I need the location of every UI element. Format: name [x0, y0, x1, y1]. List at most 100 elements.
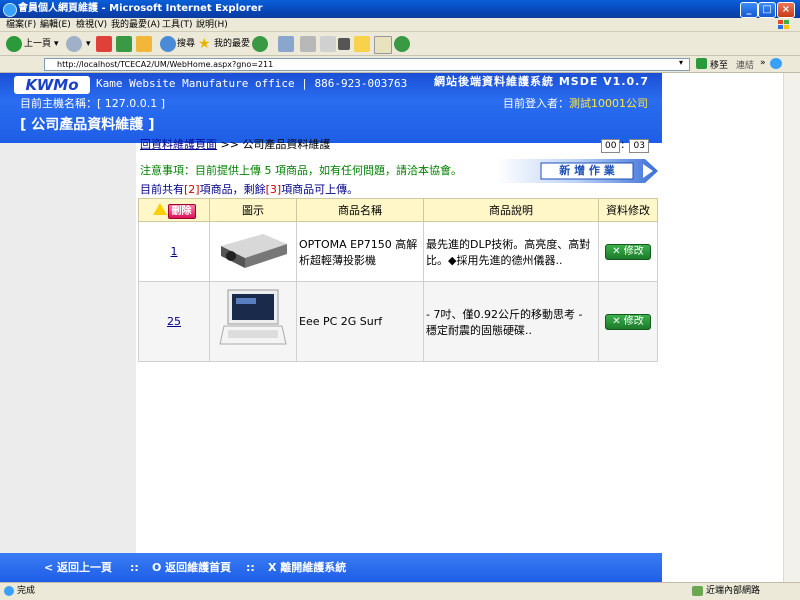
breadcrumb-separator: >> — [217, 138, 243, 151]
projector-image[interactable] — [215, 226, 291, 274]
edit-cell: ✕ 修改 — [598, 281, 658, 362]
menu-edit[interactable]: 編輯(E) — [40, 18, 71, 32]
product-image-cell — [209, 281, 297, 362]
edit-label: 修改 — [623, 245, 644, 257]
window-title-bar: 會員個人網頁維護 - Microsoft Internet Explorer _… — [0, 0, 800, 18]
back-dropdown-icon[interactable]: ▾ — [54, 36, 59, 52]
minimize-button[interactable]: _ — [740, 2, 758, 18]
delete-button[interactable]: 刪除 — [167, 203, 196, 219]
col-edit: 資料修改 — [598, 198, 658, 222]
ie-icon — [3, 3, 17, 17]
footer-separator: :: — [130, 561, 139, 574]
back-to-maintenance-link[interactable]: 回資料維護頁面 — [140, 138, 217, 151]
row-id-cell: 25 — [138, 281, 210, 362]
edit-button[interactable]: ✕ 修改 — [605, 243, 651, 260]
go-arrow-icon[interactable] — [696, 58, 707, 69]
menu-tools[interactable]: 工具(T) — [162, 18, 193, 32]
menu-help[interactable]: 說明(H) — [196, 18, 228, 32]
col-desc: 商品說明 — [423, 198, 599, 222]
home-icon[interactable] — [136, 36, 152, 52]
timer-seconds: 03 — [629, 139, 649, 153]
table-row: 25 Eee PC 2G Surf - 7吋、僅0.92公斤的移動思考 - 穩定… — [138, 281, 658, 362]
messenger-icon[interactable] — [394, 36, 410, 52]
login-label: 目前登入者： — [503, 97, 569, 110]
intranet-zone-icon — [692, 586, 703, 596]
status-bar: 完成 近端內部網路 — [0, 582, 800, 600]
research-icon[interactable] — [374, 36, 392, 54]
forward-dropdown-icon[interactable]: ▾ — [86, 36, 91, 52]
window-title: 會員個人網頁維護 - Microsoft Internet Explorer — [18, 3, 263, 14]
page-done-icon — [4, 586, 14, 596]
menu-bar: 檔案(F) 編輯(E) 檢視(V) 我的最愛(A) 工具(T) 說明(H) — [0, 18, 800, 32]
notice-text: 注意事項：目前提供上傳 5 項商品，如有任何問題，請洽本協會。 — [140, 164, 462, 177]
col-image: 圖示 — [209, 198, 297, 222]
address-input[interactable]: http://localhost/TCECA2/UM/WebHome.aspx?… — [44, 58, 690, 71]
edit-button[interactable]: ✕ 修改 — [605, 313, 651, 330]
count-prefix: 目前共有 — [140, 183, 184, 196]
status-text: 完成 — [17, 586, 36, 596]
warning-icon — [152, 202, 167, 215]
favorites-star-icon[interactable]: ★ — [198, 36, 211, 52]
product-name: OPTOMA EP7150 高解析超輕薄投影機 — [296, 221, 424, 282]
count-mid: 項商品，剩餘 — [199, 183, 266, 196]
session-timer: 00： 03 — [601, 139, 649, 153]
back-arrow-icon[interactable] — [6, 36, 22, 52]
login-info: 目前登入者：測試10001公司 — [503, 97, 648, 111]
mail-icon[interactable] — [278, 36, 294, 52]
timer-separator: ： — [620, 141, 630, 151]
col-delete: 刪除 — [138, 198, 210, 222]
back-button-label[interactable]: 上一頁 — [24, 36, 51, 52]
system-name: 網站後端資料維護系統 MSDE V1.0.7 — [434, 75, 650, 88]
security-zone: 近端內部網路 — [706, 586, 761, 596]
links-label[interactable]: 連結 — [736, 58, 754, 71]
close-button[interactable]: × — [777, 2, 795, 18]
site-logo: KWMo — [14, 76, 90, 94]
product-table: 刪除 圖示 商品名稱 商品說明 資料修改 1 OPTOMA EP7150 高解析… — [138, 198, 658, 362]
forward-arrow-icon[interactable] — [66, 36, 82, 52]
refresh-icon[interactable] — [116, 36, 132, 52]
count-suffix: 項商品可上傳。 — [281, 183, 359, 196]
maximize-button[interactable]: □ — [758, 2, 776, 18]
favorites-label[interactable]: 我的最愛 — [214, 36, 250, 52]
product-desc: 最先進的DLP技術。高亮度、高對比。◆採用先進的德州儀器.. — [423, 221, 599, 282]
edit-cell: ✕ 修改 — [598, 221, 658, 282]
address-dropdown-icon[interactable]: ▾ — [679, 58, 683, 67]
footer-nav: < 返回上一頁 :: O 返回維護首頁 :: X 離開維護系統 — [0, 553, 662, 582]
product-desc: - 7吋、僅0.92公斤的移動思考 - 穩定耐震的固態硬碟.. — [423, 281, 599, 362]
go-button[interactable]: 移至 — [710, 58, 728, 71]
menu-favorites[interactable]: 我的最愛(A) — [111, 18, 160, 32]
footer-exit-link[interactable]: X 離開維護系統 — [268, 553, 346, 582]
browser-toolbar: 上一頁 ▾ ▾ 搜尋 ★ 我的最愛 — [0, 32, 800, 56]
search-icon[interactable] — [160, 36, 176, 52]
vertical-scrollbar[interactable] — [783, 73, 800, 582]
product-id-link[interactable]: 1 — [171, 245, 178, 258]
left-gutter — [0, 143, 136, 553]
windows-logo-icon — [778, 20, 789, 29]
table-header-row: 刪除 圖示 商品名稱 商品說明 資料修改 — [138, 198, 658, 222]
host-info: 目前主機名稱：[ 127.0.0.1 ] — [20, 97, 166, 110]
footer-separator: :: — [246, 561, 255, 574]
notes-icon[interactable] — [354, 36, 370, 52]
timer-minutes: 00 — [601, 139, 621, 153]
row-id-cell: 1 — [138, 221, 210, 282]
footer-back-link[interactable]: < 返回上一頁 — [44, 553, 112, 582]
breadcrumb: 回資料維護頁面 >> 公司產品資料維護 — [140, 138, 330, 152]
discuss-icon[interactable] — [338, 38, 350, 50]
right-margin — [662, 73, 783, 582]
search-label[interactable]: 搜尋 — [177, 36, 195, 52]
laptop-image[interactable] — [218, 286, 288, 354]
stop-icon[interactable] — [96, 36, 112, 52]
menu-file[interactable]: 檔案(F) — [6, 18, 36, 32]
add-product-label[interactable]: 新 增 作 業 — [541, 163, 633, 179]
print-icon[interactable] — [300, 36, 316, 52]
count-remaining: [3] — [265, 183, 282, 196]
ie-links-icon[interactable] — [770, 58, 782, 69]
menu-view[interactable]: 檢視(V) — [76, 18, 107, 32]
history-icon[interactable] — [252, 36, 268, 52]
product-id-link[interactable]: 25 — [167, 315, 181, 328]
col-name: 商品名稱 — [296, 198, 424, 222]
edit-page-icon[interactable] — [320, 36, 336, 52]
table-row: 1 OPTOMA EP7150 高解析超輕薄投影機 最先進的DLP技術。高亮度、… — [138, 221, 658, 282]
footer-home-link[interactable]: O 返回維護首頁 — [152, 553, 231, 582]
links-chevron-icon[interactable]: » — [760, 58, 766, 68]
